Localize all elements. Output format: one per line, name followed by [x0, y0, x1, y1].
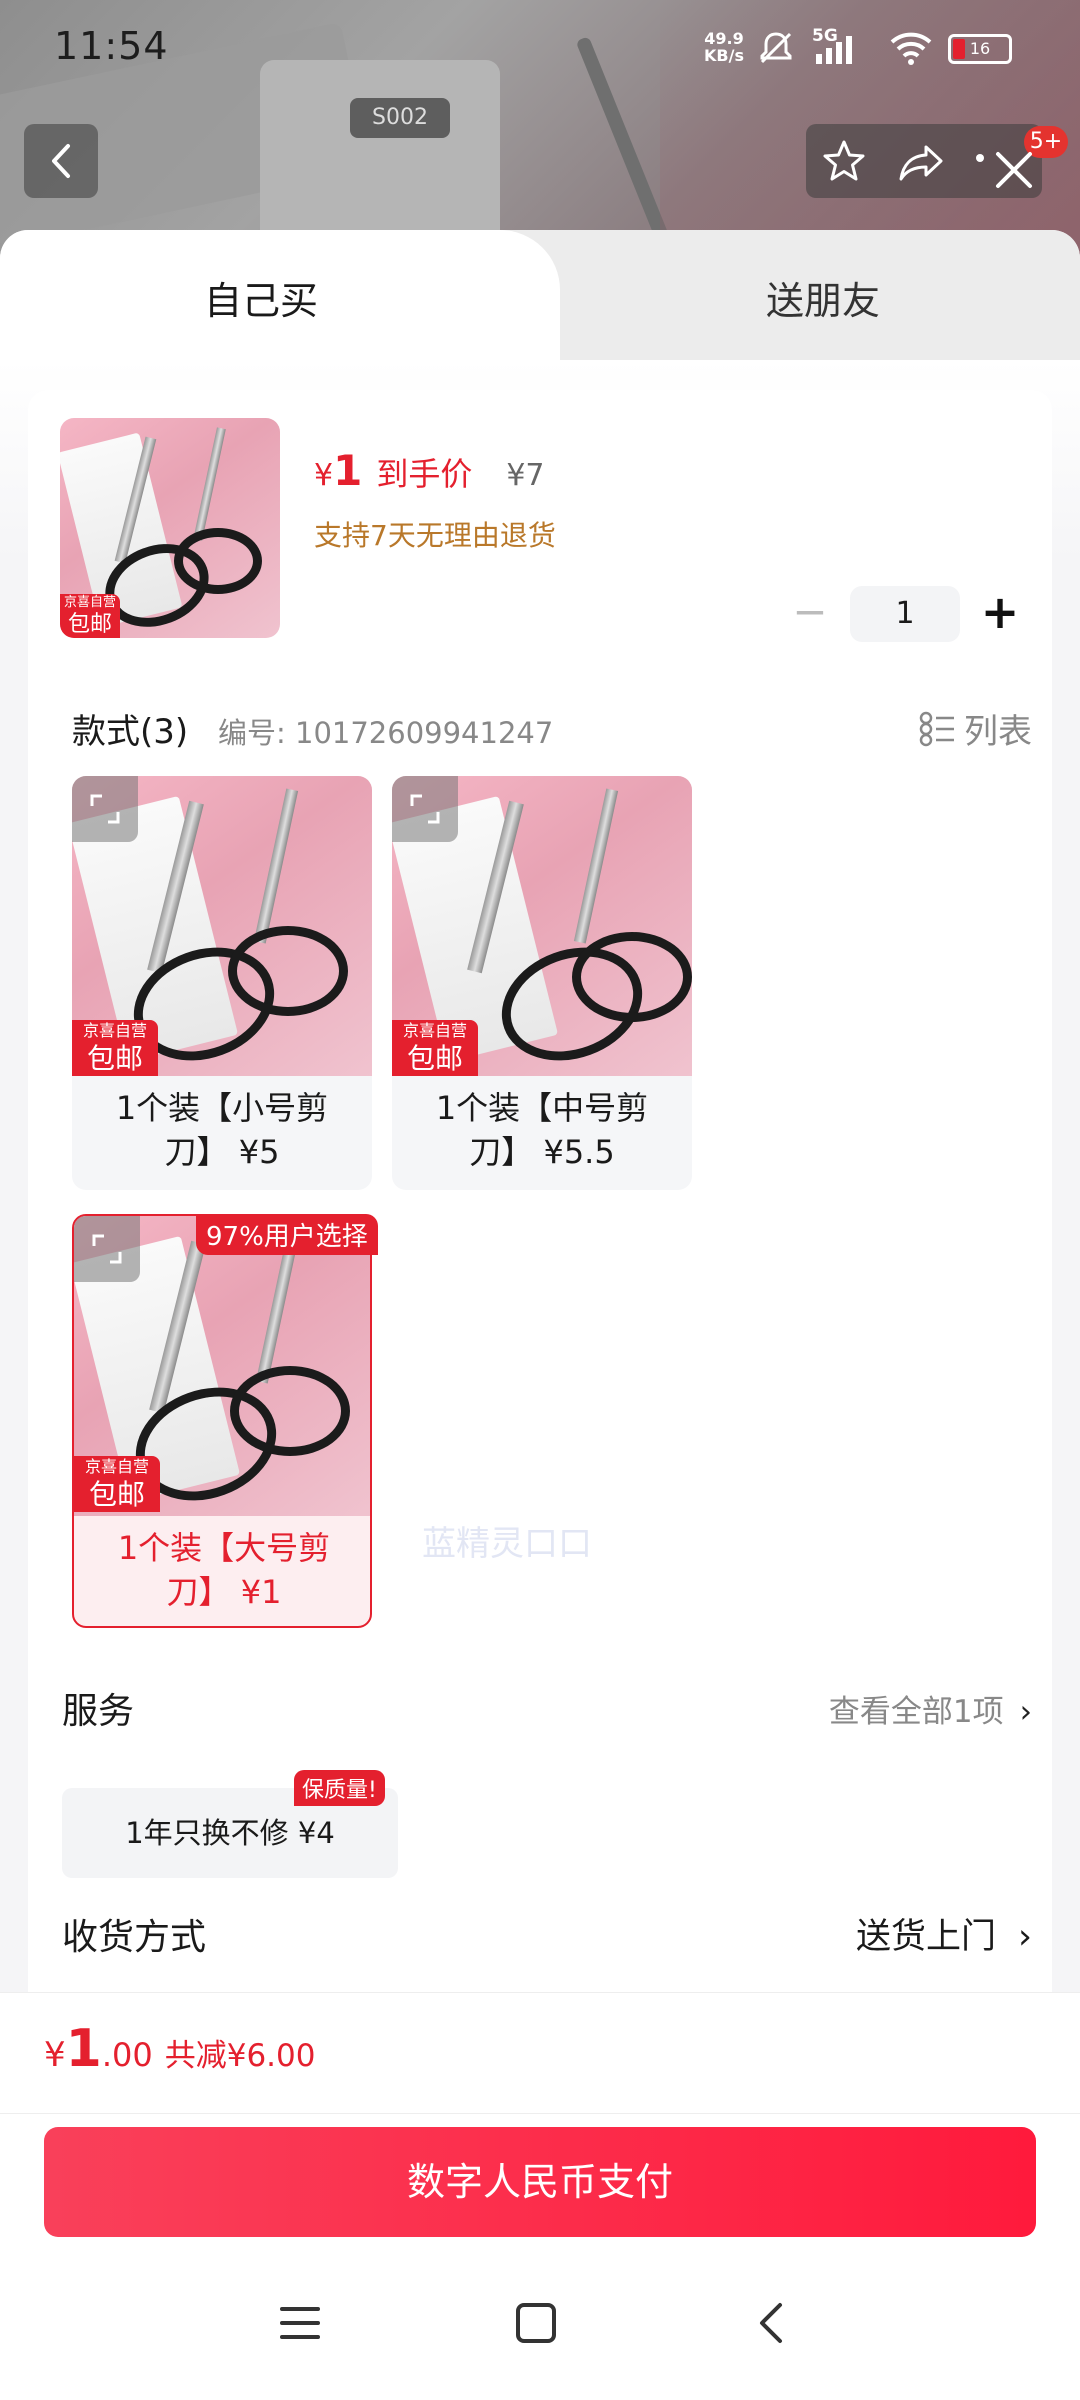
- star-icon[interactable]: [820, 137, 868, 185]
- variant-option-large[interactable]: 京喜自营 包邮 1个装【大号剪 刀】 ¥1: [72, 1214, 372, 1628]
- close-icon[interactable]: [992, 148, 1036, 192]
- status-bar: 11:54 49.9 KB/s 5G 16: [0, 0, 1080, 100]
- variant-option-medium[interactable]: 京喜自营 包邮 1个装【中号剪 刀】 ¥5.5: [392, 776, 692, 1190]
- quantity-decrease-button[interactable]: −: [782, 586, 838, 642]
- sheet-body: 京喜自营 包邮 ¥1 到手价 ¥7 支持7天无理由退货 − 1 + 款式(3) 编号…: [0, 360, 1080, 2200]
- free-shipping-tag: 京喜自营 包邮: [72, 1020, 158, 1076]
- total-saving: 共减¥6.00: [164, 2038, 316, 2074]
- list-view-icon: [919, 711, 954, 746]
- shipping-value: 送货上门 ›: [855, 1917, 1032, 1957]
- back-nav-icon[interactable]: [742, 2293, 802, 2353]
- wifi-icon: [890, 32, 932, 65]
- service-title: 服务: [62, 1691, 135, 1732]
- view-all-services-link[interactable]: 查看全部1项 ›: [829, 1686, 1032, 1731]
- quantity-input[interactable]: 1: [850, 586, 960, 642]
- net-speed: 49.9 KB/s: [704, 29, 744, 65]
- original-price: ¥7: [506, 458, 545, 493]
- return-policy: 支持7天无理由退货: [314, 519, 556, 552]
- variant-label: 1个装【小号剪 刀】 ¥5: [115, 1089, 329, 1171]
- shipping-title: 收货方式: [62, 1917, 207, 1958]
- quantity-increase-button[interactable]: +: [972, 586, 1028, 642]
- final-price: 1: [333, 446, 363, 495]
- price-line: ¥1 到手价 ¥7: [314, 446, 545, 495]
- product-tag-shape: S002: [350, 98, 450, 138]
- service-header: 服务 查看全部1项 ›: [62, 1678, 1042, 1738]
- menu-icon[interactable]: [270, 2293, 330, 2353]
- variant-label: 1个装【大号剪 刀】 ¥1: [117, 1529, 331, 1611]
- watermark: 蓝精灵口口: [422, 1524, 592, 1564]
- expand-icon[interactable]: [72, 776, 138, 842]
- system-nav-bar: [0, 2263, 1080, 2383]
- chevron-right-icon: ›: [1018, 1917, 1032, 1957]
- chevron-right-icon: ›: [1019, 1694, 1032, 1730]
- product-code: 编号: 10172609941247: [218, 716, 554, 750]
- price-currency: ¥: [314, 458, 334, 493]
- back-icon: [52, 144, 70, 178]
- home-icon[interactable]: [506, 2293, 566, 2353]
- tab-buy-self[interactable]: 自己买: [0, 230, 560, 370]
- shipping-method-row[interactable]: 收货方式 送货上门 ›: [62, 1904, 1042, 1964]
- expand-icon[interactable]: [74, 1216, 140, 1282]
- expand-icon[interactable]: [392, 776, 458, 842]
- total-price: ¥1.00 共减¥6.00: [44, 2019, 316, 2079]
- price-note: 到手价: [376, 455, 473, 493]
- popular-choice-tag: 97%用户选择: [196, 1214, 378, 1255]
- product-thumbnail[interactable]: 京喜自营 包邮: [60, 418, 280, 638]
- variant-label: 1个装【中号剪 刀】 ¥5.5: [435, 1089, 649, 1171]
- status-time: 11:54: [54, 24, 169, 68]
- service-badge: 保质量!: [294, 1770, 385, 1806]
- pay-button[interactable]: 数字人民币支付: [44, 2127, 1036, 2237]
- signal-icon: [816, 36, 852, 64]
- checkout-footer: ¥1.00 共减¥6.00 数字人民币支付: [0, 1992, 1080, 2400]
- style-header: 款式(3) 编号: 10172609941247 列表: [72, 704, 1032, 754]
- free-shipping-tag: 京喜自营 包邮: [74, 1456, 160, 1512]
- back-button[interactable]: [24, 124, 98, 198]
- divider: [0, 2113, 1080, 2114]
- share-icon[interactable]: [896, 137, 946, 185]
- style-title: 款式(3): [72, 712, 189, 752]
- mute-icon: [760, 32, 792, 64]
- list-view-toggle[interactable]: 列表: [918, 704, 1032, 754]
- free-shipping-tag: 京喜自营 包邮: [60, 594, 120, 638]
- variant-option-small[interactable]: 京喜自营 包邮 1个装【小号剪 刀】 ¥5: [72, 776, 372, 1190]
- tab-send-friend[interactable]: 送朋友: [560, 230, 1080, 360]
- product-options-panel: 京喜自营 包邮 ¥1 到手价 ¥7 支持7天无理由退货 − 1 + 款式(3) 编号…: [28, 390, 1052, 2160]
- purchase-tabs: 送朋友 自己买: [0, 230, 1080, 370]
- free-shipping-tag: 京喜自营 包邮: [392, 1020, 478, 1076]
- quantity-stepper: − 1 +: [782, 586, 1032, 642]
- battery-icon: 16: [948, 34, 1012, 64]
